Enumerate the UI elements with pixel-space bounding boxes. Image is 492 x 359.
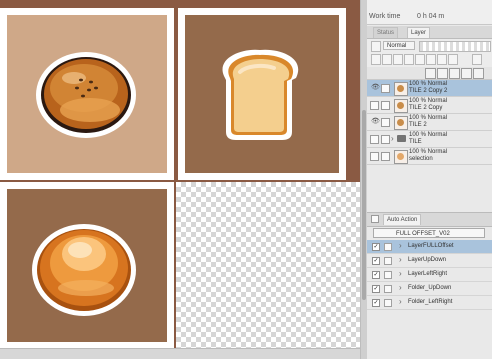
lock-icon[interactable] [371, 54, 381, 65]
merge-down-icon[interactable] [461, 68, 472, 79]
lock-checkbox[interactable] [381, 152, 390, 161]
layer-mode-icon[interactable] [448, 54, 458, 65]
layer-name: 100 % Normal TILE [409, 132, 448, 145]
scrollbar-thumb[interactable] [362, 110, 366, 300]
palette-icon[interactable] [426, 54, 436, 65]
eye-icon[interactable]: 👁 [371, 118, 380, 125]
layer-name: 100 % Normal TILE 2 [409, 115, 448, 128]
action-checkbox[interactable]: ✓ [372, 285, 380, 293]
action-dialog-checkbox[interactable] [384, 285, 392, 293]
chevron-right-icon[interactable]: › [399, 241, 402, 250]
action-name: LayerFULLOffset [408, 243, 454, 249]
layer-name: 100 % Normal TILE 2 Copy 2 [409, 81, 448, 94]
action-set-select[interactable]: FULL OFFSET_V02 [373, 228, 485, 238]
tab-layer[interactable]: Layer [407, 27, 431, 38]
action-name: LayerLeftRight [408, 271, 448, 277]
new-raster-layer-icon[interactable] [425, 68, 436, 79]
canvas[interactable] [0, 0, 360, 359]
menu-icon[interactable] [472, 54, 482, 65]
action-checkbox[interactable]: ✓ [372, 257, 380, 265]
reference-icon[interactable] [393, 54, 403, 65]
clip-icon[interactable] [382, 54, 392, 65]
layer-row[interactable]: 👁 100 % Normal TILE 2 Copy 2 [367, 80, 492, 97]
lock-checkbox[interactable] [381, 118, 390, 127]
layer-row[interactable]: 100 % Normal TILE 2 Copy [367, 97, 492, 114]
work-time-value: 0 h 04 m [417, 13, 445, 20]
edit-pen-icon[interactable] [381, 84, 390, 93]
action-checkbox[interactable]: ✓ [372, 271, 380, 279]
panel-tabs: Status Layer [367, 26, 492, 39]
eye-icon[interactable]: 👁 [371, 84, 380, 91]
seeded-bun-illustration [36, 52, 136, 138]
action-checkbox[interactable]: ✓ [372, 243, 380, 251]
action-row[interactable]: ✓ › Folder_UpDown [367, 282, 492, 296]
action-dialog-checkbox[interactable] [384, 271, 392, 279]
vertical-scrollbar[interactable] [360, 0, 367, 359]
tile-top-left [0, 8, 174, 180]
transparent-area [176, 182, 360, 348]
new-folder-icon[interactable] [449, 68, 460, 79]
layer-row[interactable]: 👁 100 % Normal TILE 2 [367, 114, 492, 131]
tile-bottom-left [0, 182, 174, 349]
action-dialog-checkbox[interactable] [384, 257, 392, 265]
chevron-right-icon[interactable]: › [399, 297, 402, 306]
draft-icon[interactable] [404, 54, 414, 65]
action-row[interactable]: ✓ › LayerLeftRight [367, 268, 492, 282]
new-vector-layer-icon[interactable] [437, 68, 448, 79]
layer-thumbnail [394, 150, 408, 164]
action-dialog-checkbox[interactable] [384, 243, 392, 251]
navigator-strip: Work time 0 h 04 m [367, 0, 492, 25]
lock-checkbox[interactable] [381, 101, 390, 110]
tile-top-right [178, 8, 346, 180]
chevron-right-icon[interactable]: › [399, 269, 402, 278]
folder-icon [397, 135, 406, 142]
chevron-right-icon[interactable]: › [399, 255, 402, 264]
side-panel: Work time 0 h 04 m Status Layer Normal 👁… [367, 0, 492, 359]
visibility-checkbox[interactable] [370, 152, 379, 161]
layer-name: 100 % Normal TILE 2 Copy [409, 98, 448, 111]
chevron-right-icon[interactable]: › [391, 134, 394, 143]
action-row[interactable]: ✓ › LayerFULLOffset [367, 240, 492, 254]
lock-checkbox[interactable] [381, 135, 390, 144]
action-checkbox[interactable]: ✓ [372, 299, 380, 307]
delete-layer-icon[interactable] [473, 68, 484, 79]
action-name: LayerUpDown [408, 257, 447, 263]
action-dialog-checkbox[interactable] [384, 299, 392, 307]
action-name: Folder_UpDown [408, 285, 452, 291]
horizontal-scrollbar[interactable] [0, 348, 360, 359]
glazed-bun-illustration [32, 224, 136, 316]
layer-toolbar: Normal [367, 39, 492, 67]
layer-row[interactable]: › 100 % Normal TILE [367, 131, 492, 148]
visibility-checkbox[interactable] [370, 101, 379, 110]
action-row[interactable]: ✓ › LayerUpDown [367, 254, 492, 268]
work-time-label: Work time [369, 13, 401, 20]
action-row[interactable]: ✓ › Folder_LeftRight [367, 296, 492, 310]
mask-icon[interactable] [415, 54, 425, 65]
bread-slice-illustration [222, 49, 299, 140]
action-name: Folder_LeftRight [408, 299, 453, 305]
layer-actions-bar [367, 67, 492, 80]
auto-action-header: Auto Action [367, 212, 492, 227]
layer-thumbnail [394, 99, 408, 113]
layer-name: 100 % Normal selection [409, 149, 448, 162]
lock-alpha-icon[interactable] [437, 54, 447, 65]
visibility-checkbox[interactable] [370, 135, 379, 144]
opacity-slider[interactable] [419, 41, 491, 52]
layer-thumbnail [394, 82, 408, 96]
layer-color-swatch[interactable] [371, 41, 381, 52]
tab-status[interactable]: Status [373, 27, 399, 38]
blend-mode-select[interactable]: Normal [383, 41, 415, 50]
layer-thumbnail [394, 116, 408, 130]
auto-action-panel-icon [371, 215, 379, 223]
layer-row[interactable]: 100 % Normal selection [367, 148, 492, 165]
tab-auto-action[interactable]: Auto Action [383, 214, 422, 225]
chevron-right-icon[interactable]: › [399, 283, 402, 292]
